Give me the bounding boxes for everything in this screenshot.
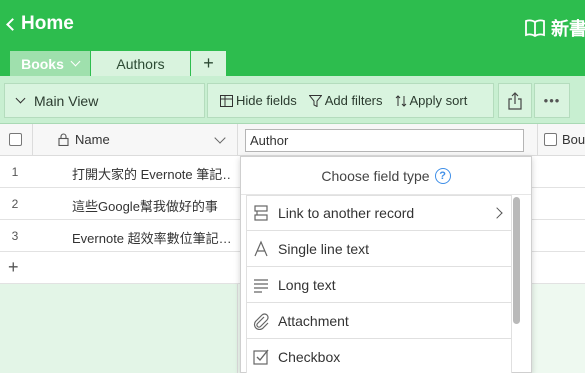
lock-icon xyxy=(58,133,69,146)
view-name: Main View xyxy=(34,92,99,109)
field-type-options: Link to another record Single line text … xyxy=(246,195,512,373)
row-number: 2 xyxy=(11,197,19,211)
add-table-button[interactable]: + xyxy=(191,51,226,76)
chevron-down-icon xyxy=(15,93,26,104)
more-icon: ••• xyxy=(543,93,561,108)
empty-area xyxy=(0,284,237,373)
view-switcher[interactable]: Main View xyxy=(4,83,205,118)
field-type-title-label: Choose field type xyxy=(321,167,430,184)
sort-icon xyxy=(395,94,406,107)
more-options-button[interactable]: ••• xyxy=(534,83,570,118)
row-number: 1 xyxy=(11,165,19,179)
option-single-line-text[interactable]: Single line text xyxy=(246,231,512,267)
back-button[interactable]: Home xyxy=(6,13,74,35)
tab-books-label: Books xyxy=(21,55,64,72)
option-long-text[interactable]: Long text xyxy=(246,267,512,303)
chevron-right-icon xyxy=(491,207,503,219)
help-icon[interactable]: ? xyxy=(434,167,451,184)
header-row: Name Bou xyxy=(0,124,585,156)
book-icon xyxy=(525,19,545,37)
option-label: Attachment xyxy=(278,312,349,329)
hide-fields-label: Hide fields xyxy=(236,93,297,108)
row-number: 3 xyxy=(11,229,19,243)
field-type-menu: Choose field type ? Link to another reco… xyxy=(240,156,532,373)
add-filters-label: Add filters xyxy=(324,93,383,108)
tab-authors[interactable]: Authors xyxy=(91,51,190,76)
back-label: Home xyxy=(21,13,74,34)
menu-scrollbar[interactable] xyxy=(513,197,521,373)
view-tools: Hide fields Add filters Apply sort xyxy=(207,83,494,118)
name-column-header[interactable]: Name xyxy=(58,132,110,147)
field-name-input[interactable] xyxy=(245,129,524,152)
top-bar: Home 新書 xyxy=(0,0,585,51)
name-header-label: Name xyxy=(75,132,110,147)
option-label: Single line text xyxy=(278,240,370,257)
option-link-to-record[interactable]: Link to another record xyxy=(246,195,512,231)
scrollbar-thumb[interactable] xyxy=(513,197,520,324)
option-attachment[interactable]: Attachment xyxy=(246,303,512,339)
row-name-cell[interactable]: 打開大家的 Evernote 筆記… xyxy=(72,164,232,183)
bou-column-header[interactable]: Bou xyxy=(544,132,585,147)
base-title[interactable]: 新書 xyxy=(525,15,585,41)
apply-sort-button[interactable]: Apply sort xyxy=(395,93,468,108)
grid-icon xyxy=(220,94,233,107)
tab-books[interactable]: Books xyxy=(10,51,90,76)
row-name-cell[interactable]: 這些Google幫我做好的事 xyxy=(72,196,232,215)
chevron-down-icon[interactable] xyxy=(214,132,226,144)
option-label: Link to another record xyxy=(278,205,415,221)
hide-fields-button[interactable]: Hide fields xyxy=(220,93,297,108)
filter-icon xyxy=(308,94,322,107)
chevron-left-icon xyxy=(6,18,19,31)
base-title-label: 新書 xyxy=(551,19,585,39)
chevron-down-icon[interactable] xyxy=(70,56,81,67)
plus-icon: + xyxy=(8,257,19,277)
checkbox-icon xyxy=(253,349,269,365)
checkbox-field-icon xyxy=(544,133,557,146)
share-button[interactable] xyxy=(498,83,532,118)
option-label: Long text xyxy=(278,276,336,293)
row-name-cell[interactable]: Evernote 超效率數位筆記… xyxy=(72,228,232,247)
plus-icon: + xyxy=(203,53,214,73)
share-icon xyxy=(508,91,522,110)
field-type-menu-title: Choose field type ? xyxy=(241,157,531,195)
option-checkbox[interactable]: Checkbox xyxy=(246,339,512,373)
paperclip-icon xyxy=(253,312,269,330)
text-a-icon xyxy=(254,239,268,256)
select-all-checkbox[interactable] xyxy=(9,133,22,146)
add-filters-button[interactable]: Add filters xyxy=(308,93,383,108)
tab-authors-label: Authors xyxy=(116,55,165,72)
apply-sort-label: Apply sort xyxy=(409,93,468,108)
bou-header-label: Bou xyxy=(562,132,585,147)
link-record-icon xyxy=(254,205,268,221)
option-label: Checkbox xyxy=(278,348,341,365)
view-toolbar: Main View Hide fields Add filters Apply … xyxy=(0,76,585,124)
long-text-icon xyxy=(254,278,268,293)
table-tabs: Books Authors + xyxy=(0,51,585,76)
